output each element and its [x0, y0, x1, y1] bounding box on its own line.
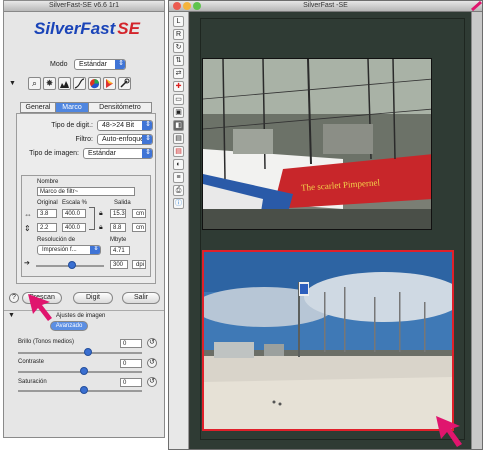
- silverfast-logo: SilverFast SE: [34, 19, 140, 38]
- control-panel-titlebar: SilverFast-SE v6.6 1r1: [4, 1, 164, 12]
- settings-icon[interactable]: ✚: [173, 81, 184, 92]
- tab-general[interactable]: General: [20, 102, 56, 113]
- scale-width-field[interactable]: 400.0: [62, 209, 86, 218]
- preview-titlebar: SilverFast -SE: [169, 1, 482, 12]
- help-icon[interactable]: ?: [9, 293, 19, 303]
- saturation-field[interactable]: 0: [120, 378, 142, 387]
- name-label: Nombre: [37, 179, 59, 185]
- preview-scrollbar[interactable]: [471, 12, 482, 449]
- scale-height-field[interactable]: 400.0: [62, 223, 86, 232]
- contrast-slider-knob[interactable]: [80, 367, 88, 375]
- output-height-field[interactable]: 8.8: [110, 223, 126, 232]
- contrast-label: Contraste: [18, 359, 45, 365]
- output-label: Salida: [114, 200, 131, 206]
- print-icon[interactable]: ⎙: [173, 185, 184, 196]
- unit-width-button[interactable]: cm: [132, 209, 146, 218]
- lock-height-icon[interactable]: 🔒︎: [99, 224, 103, 232]
- toolbar-l-icon[interactable]: L: [173, 16, 184, 27]
- tab-densitometro[interactable]: Densitómetro: [88, 102, 152, 113]
- flip-horizontal-icon[interactable]: ⇄: [173, 68, 184, 79]
- selective-color-icon[interactable]: [103, 77, 116, 90]
- top-pointer-arrow: [471, 0, 482, 12]
- star-icon[interactable]: ✸: [43, 77, 56, 90]
- dark-tool-icon[interactable]: ◧: [173, 120, 184, 131]
- histogram-icon[interactable]: [58, 77, 71, 90]
- resolution-select[interactable]: Impresión f...: [37, 245, 101, 255]
- prescan-pointer-arrow: [28, 294, 52, 321]
- scan-type-label: Tipo de digit.:: [51, 122, 93, 129]
- original-width-field[interactable]: 3.8: [37, 209, 57, 218]
- invert-icon[interactable]: ◐: [173, 159, 184, 170]
- filter-label: Filtro:: [75, 136, 94, 143]
- exit-button[interactable]: Salir: [122, 292, 160, 304]
- scale-label: Escala %: [62, 200, 88, 206]
- resolution-field[interactable]: 300: [110, 260, 128, 269]
- preview-canvas[interactable]: The scarlet Pimpernel: [190, 12, 482, 449]
- tool-icon[interactable]: [118, 77, 131, 90]
- tab-marco[interactable]: Marco: [55, 102, 89, 113]
- scale-link-bracket: [89, 207, 95, 230]
- brightness-slider-knob[interactable]: [84, 348, 92, 356]
- frame-tool-icon[interactable]: ▭: [173, 94, 184, 105]
- scan-type-select[interactable]: 48->24 Bit: [97, 120, 153, 131]
- image-type-label: Tipo de imagen:: [29, 150, 79, 157]
- saturation-reset-icon[interactable]: ↺: [147, 377, 157, 387]
- mbyte-field: 4.71: [110, 246, 130, 255]
- preview-window: SilverFast -SE L R ↻ ⇅ ⇄ ✚ ▭ ▣ ◧ ▤ ▤ ◐ ≡…: [168, 0, 483, 450]
- preview-title: SilverFast -SE: [303, 2, 348, 9]
- scan-button[interactable]: Digit: [73, 292, 113, 304]
- contrast-reset-icon[interactable]: ↺: [147, 358, 157, 368]
- saturation-label: Saturación: [18, 379, 47, 385]
- rotate-icon[interactable]: ↻: [173, 42, 184, 53]
- height-arrows-icon: ⇕: [24, 224, 31, 233]
- mbyte-label: Mbyte: [110, 237, 127, 243]
- filter-select[interactable]: Auto-enfoque: [97, 134, 153, 145]
- image-type-select[interactable]: Estándar: [83, 148, 153, 159]
- tab-bar: General Marco Densitómetro: [20, 102, 152, 113]
- brightness-reset-icon[interactable]: ↺: [147, 338, 157, 348]
- harbor-photo-selected-frame[interactable]: [202, 250, 454, 431]
- red-document-icon[interactable]: ▤: [173, 146, 184, 157]
- brightness-slider-track[interactable]: [18, 352, 142, 354]
- sailboat-photo[interactable]: The scarlet Pimpernel: [202, 58, 432, 230]
- original-height-field[interactable]: 2.2: [37, 223, 57, 232]
- saturation-slider-knob[interactable]: [80, 386, 88, 394]
- document-icon[interactable]: ▤: [173, 133, 184, 144]
- mode-label: Modo: [50, 61, 68, 68]
- unit-height-button[interactable]: cm: [132, 223, 146, 232]
- levels-icon[interactable]: ≡: [173, 172, 184, 183]
- info-icon[interactable]: ⓘ: [173, 198, 184, 209]
- flip-vertical-icon[interactable]: ⇅: [173, 55, 184, 66]
- original-label: Original: [37, 200, 58, 206]
- preview-toolbar: L R ↻ ⇅ ⇄ ✚ ▭ ▣ ◧ ▤ ▤ ◐ ≡ ⎙ ⓘ: [169, 12, 189, 449]
- frame-name-field[interactable]: Marco de filtr~: [37, 187, 135, 196]
- brightness-field[interactable]: 0: [120, 339, 142, 348]
- width-arrows-icon: ⇔: [24, 210, 32, 219]
- color-wheel-icon[interactable]: [88, 77, 101, 90]
- output-width-field[interactable]: 15.3: [110, 209, 126, 218]
- disclosure-triangle-icon[interactable]: ▼: [9, 80, 16, 87]
- mode-select[interactable]: Estándar: [74, 59, 126, 70]
- collapse-triangle-icon[interactable]: ▼: [8, 312, 15, 319]
- lock-width-icon[interactable]: 🔒︎: [99, 210, 103, 218]
- resolution-label: Resolución de: [37, 237, 76, 243]
- magnifier-icon[interactable]: ⌕: [28, 77, 41, 90]
- curves-icon[interactable]: [73, 77, 86, 90]
- resolution-unit-button[interactable]: dpi: [132, 260, 146, 269]
- control-panel-title: SilverFast-SE v6.6 1r1: [48, 2, 120, 9]
- toolbar-r-icon[interactable]: R: [173, 29, 184, 40]
- image-settings-label: Ajustes de imagen: [56, 313, 106, 319]
- silverfast-control-panel: SilverFast-SE v6.6 1r1 SilverFast SE Modo…: [3, 0, 165, 438]
- corner-pointer-arrow: [436, 416, 462, 447]
- resolution-slider-knob[interactable]: [68, 261, 76, 269]
- expert-icon[interactable]: ▣: [173, 107, 184, 118]
- resolution-arrow-icon: ➔: [24, 260, 30, 267]
- brightness-label: Brillo (Tonos medios): [18, 339, 75, 345]
- contrast-field[interactable]: 0: [120, 359, 142, 368]
